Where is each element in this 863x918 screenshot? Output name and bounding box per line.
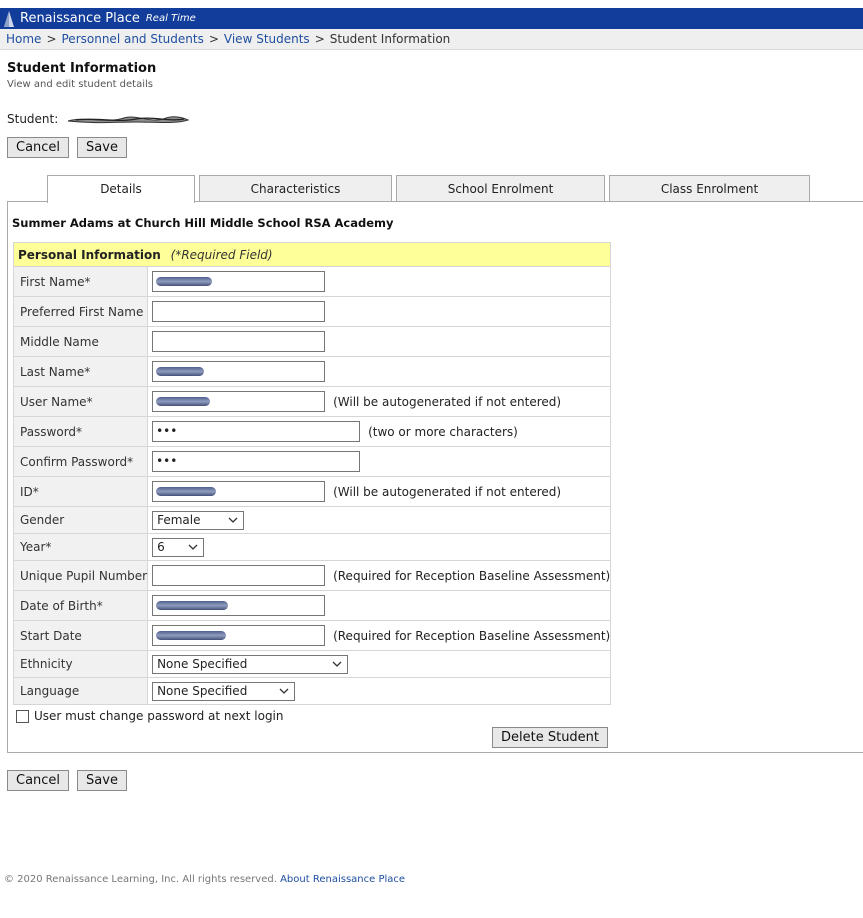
start-date-note: (Required for Reception Baseline Assessm…	[333, 628, 611, 643]
language-label: Language	[12, 677, 149, 705]
breadcrumb-separator: >	[208, 32, 219, 46]
brand-subtitle: Real Time	[145, 13, 196, 24]
cancel-button[interactable]: Cancel	[7, 770, 70, 791]
bottom-button-row: Cancel Save	[7, 770, 127, 791]
redacted-value	[156, 277, 213, 286]
password-note: (two or more characters)	[368, 424, 518, 439]
ethnicity-value: None Specified	[157, 657, 248, 671]
chevron-down-icon	[332, 661, 342, 667]
last-name-label: Last Name*	[12, 356, 149, 387]
save-button[interactable]: Save	[77, 770, 127, 791]
user-name-label: User Name*	[12, 386, 149, 417]
tab-details[interactable]: Details	[47, 175, 195, 203]
middle-name-label: Middle Name	[12, 326, 149, 357]
ethnicity-label: Ethnicity	[12, 650, 149, 678]
gender-value: Female	[157, 513, 201, 527]
gender-label: Gender	[12, 506, 149, 534]
section-title: Personal Information	[18, 247, 161, 262]
chevron-down-icon	[188, 544, 198, 550]
page-subtitle: View and edit student details	[7, 79, 154, 90]
confirm-password-label: Confirm Password*	[12, 446, 149, 477]
password-input[interactable]: •••	[152, 421, 361, 442]
tab-class-enrolment[interactable]: Class Enrolment	[609, 175, 810, 202]
about-link[interactable]: About Renaissance Place	[280, 874, 405, 885]
chevron-down-icon	[228, 517, 238, 523]
redacted-value	[156, 367, 205, 376]
breadcrumb: Home > Personnel and Students > View Stu…	[0, 29, 863, 50]
save-button[interactable]: Save	[77, 137, 127, 158]
redacted-student-name	[68, 116, 190, 124]
gender-select[interactable]: Female	[152, 510, 245, 530]
student-label: Student:	[7, 112, 59, 126]
cancel-button[interactable]: Cancel	[7, 137, 70, 158]
top-bar: Renaissance Place Real Time	[0, 8, 863, 29]
middle-name-input[interactable]	[152, 331, 326, 352]
dob-input[interactable]	[152, 595, 326, 616]
must-change-password-row: User must change password at next login	[16, 709, 284, 723]
breadcrumb-personnel-students[interactable]: Personnel and Students	[62, 32, 204, 46]
redacted-value	[156, 487, 217, 496]
last-name-input[interactable]	[152, 361, 326, 382]
page-title: Student Information	[7, 61, 157, 76]
user-name-note: (Will be autogenerated if not entered)	[333, 394, 562, 409]
id-label: ID*	[12, 476, 149, 507]
tab-school-enrolment[interactable]: School Enrolment	[396, 175, 605, 202]
breadcrumb-separator: >	[46, 32, 57, 46]
language-select[interactable]: None Specified	[152, 681, 296, 701]
copyright-text: © 2020 Renaissance Learning, Inc. All ri…	[4, 874, 277, 885]
start-date-label: Start Date	[12, 620, 149, 651]
password-label: Password*	[12, 416, 149, 447]
redacted-value	[156, 397, 211, 406]
redacted-value	[156, 631, 227, 640]
top-button-row: Cancel Save	[7, 137, 127, 158]
renaissance-logo-icon	[2, 10, 16, 28]
footer: © 2020 Renaissance Learning, Inc. All ri…	[4, 874, 405, 885]
year-value: 6	[157, 540, 165, 554]
upn-note: (Required for Reception Baseline Assessm…	[333, 568, 611, 583]
breadcrumb-current: Student Information	[329, 32, 451, 46]
breadcrumb-separator: >	[314, 32, 325, 46]
student-row: Student:	[7, 112, 190, 126]
first-name-input[interactable]	[152, 271, 326, 292]
preferred-first-name-input[interactable]	[152, 301, 326, 322]
start-date-input[interactable]	[152, 625, 326, 646]
user-name-input[interactable]	[152, 391, 326, 412]
upn-input[interactable]	[152, 565, 326, 586]
ethnicity-select[interactable]: None Specified	[152, 654, 349, 674]
student-school-line: Summer Adams at Church Hill Middle Schoo…	[12, 216, 394, 230]
tab-bar: Details Characteristics School Enrolment…	[0, 175, 863, 203]
year-select[interactable]: 6	[152, 537, 205, 557]
chevron-down-icon	[279, 688, 289, 694]
id-note: (Will be autogenerated if not entered)	[333, 484, 562, 499]
required-field-note: (*Required Field)	[170, 247, 273, 262]
must-change-password-label: User must change password at next login	[34, 709, 284, 723]
brand-name: Renaissance Place	[20, 11, 140, 26]
year-label: Year*	[12, 533, 149, 561]
upn-label: Unique Pupil Number	[12, 560, 149, 591]
personal-information-header: Personal Information (*Required Field)	[12, 242, 612, 267]
breadcrumb-home[interactable]: Home	[6, 32, 41, 46]
delete-student-button[interactable]: Delete Student	[492, 727, 609, 748]
confirm-password-input[interactable]: •••	[152, 451, 361, 472]
must-change-password-checkbox[interactable]	[16, 709, 29, 723]
tab-characteristics[interactable]: Characteristics	[199, 175, 392, 202]
preferred-first-name-label: Preferred First Name	[12, 296, 149, 327]
first-name-label: First Name*	[12, 266, 149, 297]
personal-information-table: Personal Information (*Required Field) F…	[12, 242, 612, 705]
dob-label: Date of Birth*	[12, 590, 149, 621]
language-value: None Specified	[157, 684, 248, 698]
id-input[interactable]	[152, 481, 326, 502]
redacted-value	[156, 601, 229, 610]
breadcrumb-view-students[interactable]: View Students	[224, 32, 310, 46]
